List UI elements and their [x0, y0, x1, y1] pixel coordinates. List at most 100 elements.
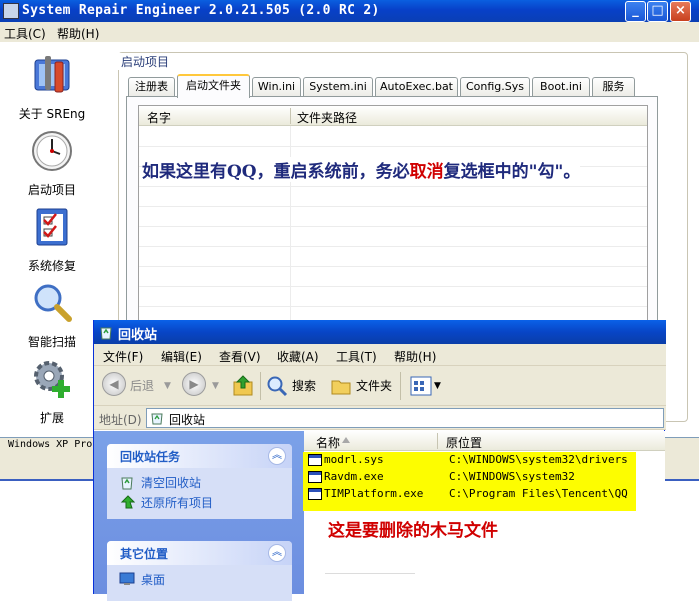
grid-line — [139, 186, 647, 187]
app-icon — [3, 3, 19, 19]
annotation-trojan-files: 这是要删除的木马文件 — [328, 521, 498, 541]
annotation-text: 如果这里有QQ，重启系统前，务必 — [142, 162, 410, 182]
column-header-name[interactable]: 名字 — [147, 109, 171, 126]
recycle-bin-icon — [121, 477, 133, 490]
folders-icon[interactable] — [330, 375, 352, 397]
sidebar-item-extend[interactable]: 扩展 — [0, 358, 104, 426]
back-dropdown-arrow-icon[interactable]: ▼ — [164, 372, 171, 400]
sidebar-item-about[interactable]: 关于 SREng — [0, 54, 104, 122]
checklist-icon — [36, 208, 68, 246]
column-divider[interactable] — [437, 433, 438, 449]
toolbar-separator — [260, 372, 261, 400]
file-name: modrl.sys — [324, 453, 384, 466]
sidebar-item-label: 系统修复 — [27, 259, 76, 273]
restore-all-items-link[interactable]: 还原所有项目 — [107, 492, 292, 512]
title-bar[interactable]: System Repair Engineer 2.0.21.505 (2.0 R… — [0, 0, 699, 22]
toolbar-separator — [400, 372, 401, 400]
other-places-pane: 其它位置 ︽ 桌面 — [107, 541, 292, 601]
minimize-button[interactable]: _ — [625, 1, 646, 22]
close-button[interactable]: × — [670, 1, 691, 22]
sort-ascending-icon — [342, 437, 350, 443]
recycle-bin-icon — [151, 413, 163, 425]
window-title: 回收站 — [118, 328, 158, 343]
back-button-label[interactable]: 后退 — [130, 372, 154, 400]
forward-arrow-icon[interactable]: ▶ — [182, 372, 206, 396]
sidebar-item-repair[interactable]: 系统修复 — [0, 206, 104, 274]
tab-autoexec-bat[interactable]: AutoExec.bat — [375, 77, 458, 97]
group-label: 启动项目 — [118, 53, 173, 70]
views-dropdown-arrow-icon[interactable]: ▼ — [434, 372, 441, 400]
address-input[interactable]: 回收站 — [146, 408, 664, 428]
empty-recycle-bin-link[interactable]: 清空回收站 — [107, 472, 292, 492]
task-pane-header[interactable]: 其它位置 ︽ — [107, 541, 292, 565]
annotation-highlight: 取消 — [409, 162, 444, 182]
menu-view[interactable]: 查看(V) — [219, 348, 261, 365]
sidebar-item-label: 智能扫描 — [27, 335, 76, 349]
task-link-label: 清空回收站 — [141, 476, 202, 490]
grid-line — [139, 266, 647, 267]
menu-favorites[interactable]: 收藏(A) — [277, 348, 319, 365]
file-original-location: C:\WINDOWS\system32\drivers — [449, 453, 628, 466]
tab-win-ini[interactable]: Win.ini — [252, 77, 301, 97]
file-name: Ravdm.exe — [324, 470, 384, 483]
grid-line — [139, 246, 647, 247]
address-bar: 地址(D) 回收站 — [94, 406, 666, 430]
tab-startup-folder[interactable]: 启动文件夹 — [177, 74, 250, 98]
column-header-name[interactable]: 名称 — [316, 434, 340, 451]
tab-config-sys[interactable]: Config.Sys — [460, 77, 530, 97]
recycle-bin-tasks-pane: 回收站任务 ︽ 清空回收站 还原所有项目 — [107, 444, 292, 519]
startup-folder-list[interactable]: 名字 文件夹路径 — [138, 105, 648, 325]
tab-registry[interactable]: 注册表 — [128, 77, 175, 97]
column-header-original-location[interactable]: 原位置 — [446, 434, 482, 451]
menu-tools[interactable]: 工具(C) — [4, 25, 46, 42]
sidebar-item-label: 启动项目 — [27, 183, 76, 197]
sidebar: 关于 SREng 启动项目 系统修复 智能扫描 扩展 — [0, 42, 108, 437]
forward-dropdown-arrow-icon[interactable]: ▼ — [212, 372, 219, 400]
task-link-label: 还原所有项目 — [141, 496, 214, 510]
magnifier-icon — [34, 284, 72, 322]
tab-system-ini[interactable]: System.ini — [303, 77, 373, 97]
task-link-label: 桌面 — [141, 573, 166, 587]
annotation-uncheck-qq: 如果这里有QQ，重启系统前，务必取消复选框中的"勾"。 — [142, 157, 581, 182]
tab-services[interactable]: 服务 — [592, 77, 635, 97]
exe-file-icon — [308, 488, 322, 500]
file-original-location: C:\WINDOWS\system32 — [449, 470, 575, 483]
list-header: 名称 原位置 — [304, 431, 665, 451]
grid-line — [139, 206, 647, 207]
sidebar-item-label: 扩展 — [39, 411, 64, 425]
status-text: Windows XP Pro — [8, 439, 93, 450]
tab-boot-ini[interactable]: Boot.ini — [532, 77, 590, 97]
menu-help[interactable]: 帮助(H) — [394, 348, 436, 365]
menu-bar: 文件(F) 编辑(E) 查看(V) 收藏(A) 工具(T) 帮助(H) — [94, 344, 666, 366]
system-file-icon — [308, 454, 322, 466]
sidebar-item-startup[interactable]: 启动项目 — [0, 130, 104, 198]
column-header-path[interactable]: 文件夹路径 — [297, 109, 357, 126]
task-pane-title: 其它位置 — [120, 547, 169, 561]
maximize-button[interactable]: □ — [647, 1, 668, 22]
folder-up-icon[interactable] — [232, 374, 254, 398]
task-pane-header[interactable]: 回收站任务 ︽ — [107, 444, 292, 468]
sidebar-item-label: 关于 SREng — [18, 107, 86, 121]
sidebar-item-scan[interactable]: 智能扫描 — [0, 282, 104, 350]
search-icon[interactable] — [266, 375, 288, 397]
collapse-chevron-icon[interactable]: ︽ — [268, 447, 286, 465]
menu-help[interactable]: 帮助(H) — [57, 25, 99, 42]
views-icon[interactable] — [410, 376, 432, 396]
grid-line — [139, 306, 647, 307]
about-icon — [34, 56, 70, 93]
back-arrow-icon[interactable]: ◀ — [102, 372, 126, 396]
grid-line — [290, 126, 291, 324]
menu-file[interactable]: 文件(F) — [103, 348, 143, 365]
task-sidebar: 回收站任务 ︽ 清空回收站 还原所有项目 其它位置 ︽ 桌面 — [94, 431, 304, 601]
search-button-label[interactable]: 搜索 — [292, 372, 316, 400]
grid-line — [139, 286, 647, 287]
title-bar[interactable]: 回收站 — [94, 320, 666, 344]
exe-file-icon — [308, 471, 322, 483]
list-divider — [325, 573, 415, 574]
menu-tools[interactable]: 工具(T) — [336, 348, 377, 365]
column-divider[interactable] — [290, 108, 291, 124]
menu-edit[interactable]: 编辑(E) — [161, 348, 202, 365]
desktop-link[interactable]: 桌面 — [107, 569, 292, 589]
collapse-chevron-icon[interactable]: ︽ — [268, 544, 286, 562]
folders-button-label[interactable]: 文件夹 — [356, 372, 392, 400]
